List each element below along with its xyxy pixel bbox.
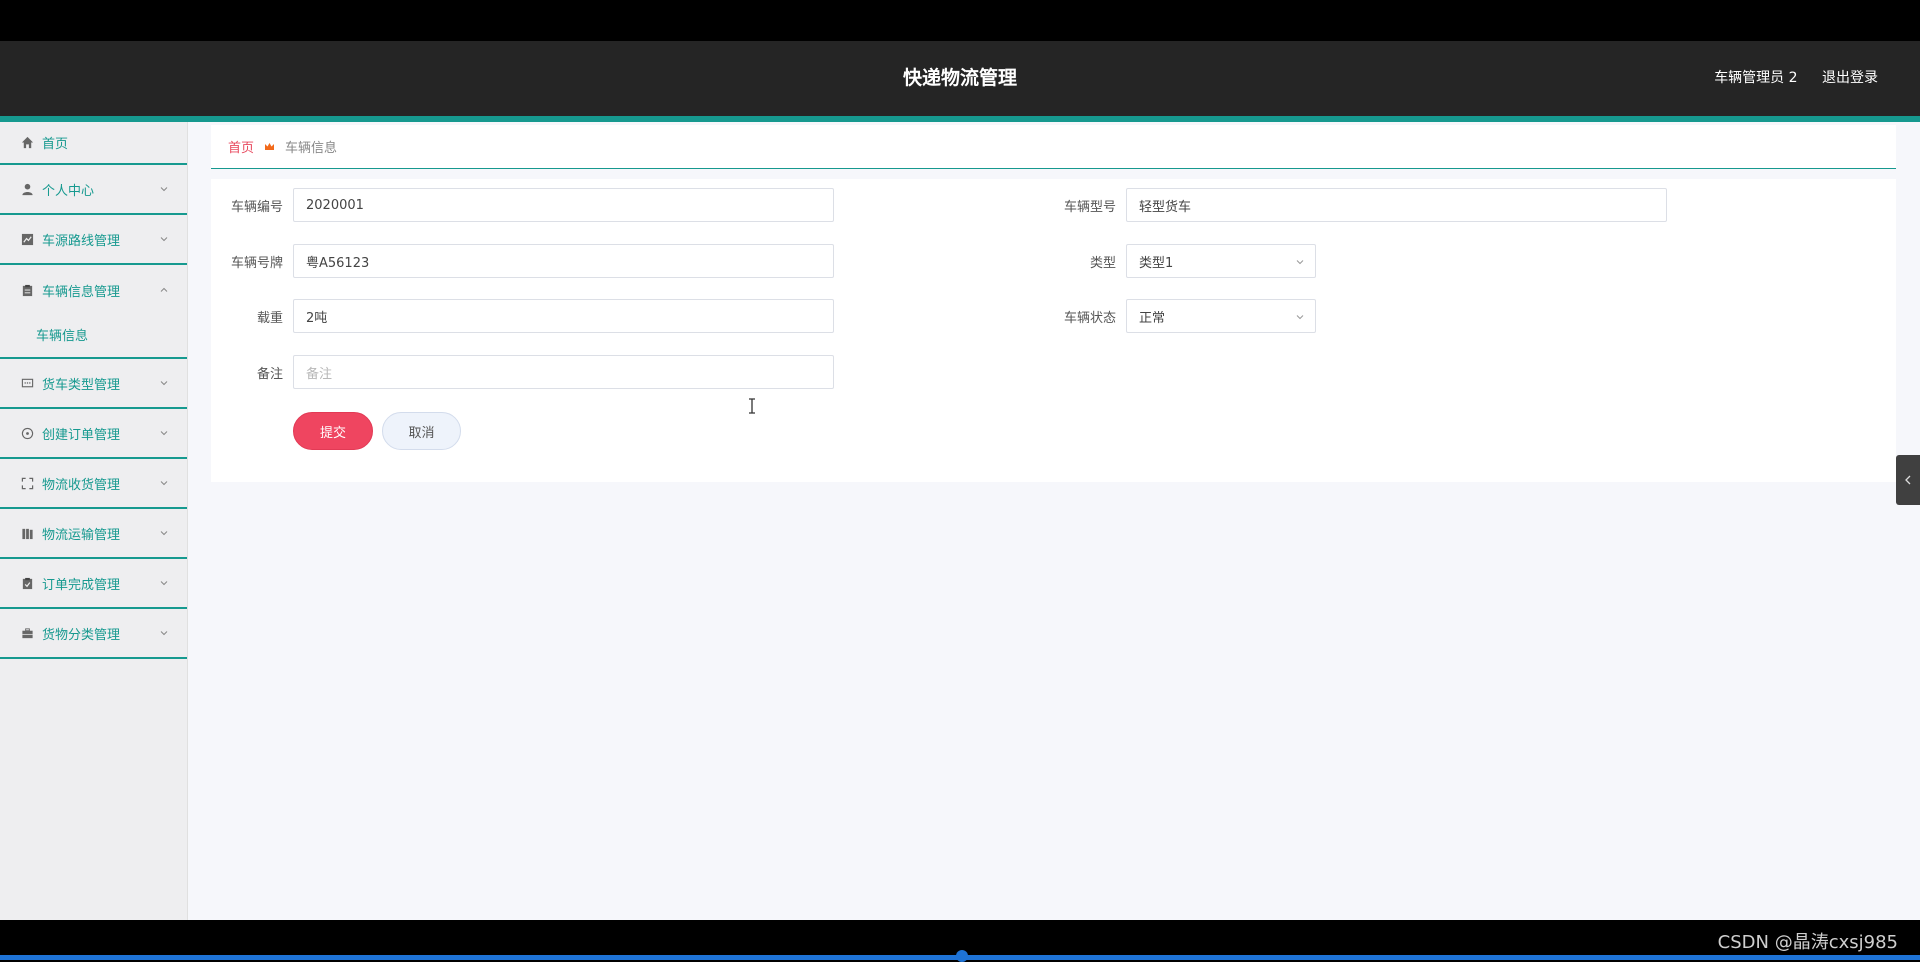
main-content: 首页 车辆信息 车辆编号 2020001 车辆型号 轻型货车 车辆号牌 粤A56… bbox=[211, 125, 1896, 482]
sidebar: 首页 个人中心 车源路线管理 车辆信息管理 车辆信息 货车类型管理 创建订单管理 bbox=[0, 122, 188, 920]
remark-input[interactable]: 备注 bbox=[293, 355, 834, 389]
clipboard-icon bbox=[20, 283, 34, 297]
plate-input[interactable]: 粤A56123 bbox=[293, 244, 834, 278]
compass-icon bbox=[20, 426, 34, 440]
chevron-down-icon bbox=[1296, 260, 1304, 265]
sidebar-item-label: 首页 bbox=[42, 137, 69, 152]
sidebar-item-label: 货车类型管理 bbox=[42, 377, 121, 393]
sidebar-subitem-vehicle-info[interactable]: 车辆信息 bbox=[0, 315, 187, 359]
panel-toggle-button[interactable] bbox=[1896, 455, 1920, 505]
top-header: 快递物流管理 车辆管理员 2 退出登录 bbox=[0, 41, 1920, 122]
app-title: 快递物流管理 bbox=[902, 67, 1017, 89]
sidebar-item-create-orders[interactable]: 创建订单管理 bbox=[0, 409, 187, 459]
books-icon bbox=[20, 526, 34, 540]
type-select-value: 类型1 bbox=[1139, 255, 1174, 271]
chevron-down-icon bbox=[160, 187, 168, 192]
logout-button[interactable]: 退出登录 bbox=[1822, 70, 1878, 86]
vehicle-form: 车辆编号 2020001 车辆型号 轻型货车 车辆号牌 粤A56123 类型 类… bbox=[211, 179, 1896, 482]
load-input[interactable]: 2吨 bbox=[293, 299, 834, 333]
breadcrumb: 首页 车辆信息 bbox=[211, 125, 1896, 169]
sidebar-item-label: 物流收货管理 bbox=[42, 477, 121, 493]
sidebar-item-goods-category[interactable]: 货物分类管理 bbox=[0, 609, 187, 659]
chevron-down-icon bbox=[160, 481, 168, 486]
briefcase-icon bbox=[20, 626, 34, 640]
chart-icon bbox=[20, 232, 34, 246]
field-vehicle-model: 车辆型号 轻型货车 bbox=[1056, 188, 1667, 222]
field-status: 车辆状态 正常 bbox=[1056, 299, 1316, 333]
sidebar-item-label: 订单完成管理 bbox=[42, 577, 121, 593]
sidebar-item-truck-types[interactable]: 货车类型管理 bbox=[0, 359, 187, 409]
crown-separator-icon bbox=[265, 143, 275, 150]
fullscreen-icon bbox=[20, 476, 34, 490]
sidebar-item-order-complete[interactable]: 订单完成管理 bbox=[0, 559, 187, 609]
sidebar-item-transport[interactable]: 物流运输管理 bbox=[0, 509, 187, 559]
chevron-down-icon bbox=[160, 381, 168, 386]
chevron-down-icon bbox=[1296, 315, 1304, 320]
home-icon bbox=[20, 136, 34, 150]
field-remark: 备注 备注 bbox=[223, 355, 834, 389]
breadcrumb-current: 车辆信息 bbox=[285, 141, 338, 156]
status-label: 车辆状态 bbox=[1063, 310, 1116, 326]
type-select[interactable]: 类型1 bbox=[1126, 244, 1316, 278]
header-user-area: 车辆管理员 2 退出登录 bbox=[1694, 41, 1878, 116]
cancel-button[interactable]: 取消 bbox=[382, 412, 461, 450]
sidebar-item-home[interactable]: 首页 bbox=[0, 122, 187, 165]
watermark: CSDN @晶涛cxsj985 bbox=[1717, 932, 1898, 953]
status-select[interactable]: 正常 bbox=[1126, 299, 1316, 333]
type-label: 类型 bbox=[1089, 255, 1116, 271]
chevron-down-icon bbox=[160, 631, 168, 636]
sidebar-item-label: 货物分类管理 bbox=[42, 627, 121, 643]
breadcrumb-home-link[interactable]: 首页 bbox=[228, 137, 254, 156]
sidebar-item-receiving[interactable]: 物流收货管理 bbox=[0, 459, 187, 509]
vehicle-no-input[interactable]: 2020001 bbox=[293, 188, 834, 222]
sidebar-item-label: 个人中心 bbox=[42, 183, 95, 199]
plate-label: 车辆号牌 bbox=[230, 255, 283, 271]
status-select-value: 正常 bbox=[1139, 310, 1166, 326]
field-load: 载重 2吨 bbox=[223, 299, 834, 333]
chevron-left-icon bbox=[1905, 475, 1911, 485]
chevron-down-icon bbox=[160, 531, 168, 536]
sidebar-item-label: 车辆信息管理 bbox=[42, 284, 121, 300]
field-type: 类型 类型1 bbox=[1056, 244, 1316, 278]
sidebar-item-vehicle-management[interactable]: 车辆信息管理 bbox=[0, 265, 187, 315]
user-icon bbox=[20, 182, 34, 196]
progress-dot bbox=[956, 950, 968, 962]
vehicle-model-input[interactable]: 轻型货车 bbox=[1126, 188, 1667, 222]
clipboard-check-icon bbox=[20, 576, 34, 590]
chevron-down-icon bbox=[160, 581, 168, 586]
sidebar-item-label: 创建订单管理 bbox=[42, 427, 121, 443]
chevron-down-icon bbox=[160, 237, 168, 242]
sidebar-item-profile[interactable]: 个人中心 bbox=[0, 165, 187, 215]
sidebar-item-label: 车源路线管理 bbox=[42, 233, 121, 249]
vehicle-model-label: 车辆型号 bbox=[1063, 199, 1116, 215]
current-user[interactable]: 车辆管理员 2 bbox=[1714, 70, 1797, 86]
load-label: 载重 bbox=[256, 310, 283, 326]
vehicle-no-label: 车辆编号 bbox=[230, 199, 283, 215]
app-frame: 快递物流管理 车辆管理员 2 退出登录 首页 个人中心 车源路线管理 车辆信息管… bbox=[0, 41, 1920, 920]
submit-button[interactable]: 提交 bbox=[293, 412, 373, 450]
chevron-down-icon bbox=[160, 431, 168, 436]
sidebar-item-routes[interactable]: 车源路线管理 bbox=[0, 215, 187, 265]
text-cursor-icon bbox=[749, 398, 755, 414]
field-plate: 车辆号牌 粤A56123 bbox=[223, 244, 834, 278]
field-vehicle-no: 车辆编号 2020001 bbox=[223, 188, 834, 222]
sidebar-item-label: 物流运输管理 bbox=[42, 527, 121, 543]
chat-icon bbox=[20, 376, 34, 390]
chevron-up-icon bbox=[160, 287, 168, 292]
remark-label: 备注 bbox=[256, 366, 283, 382]
